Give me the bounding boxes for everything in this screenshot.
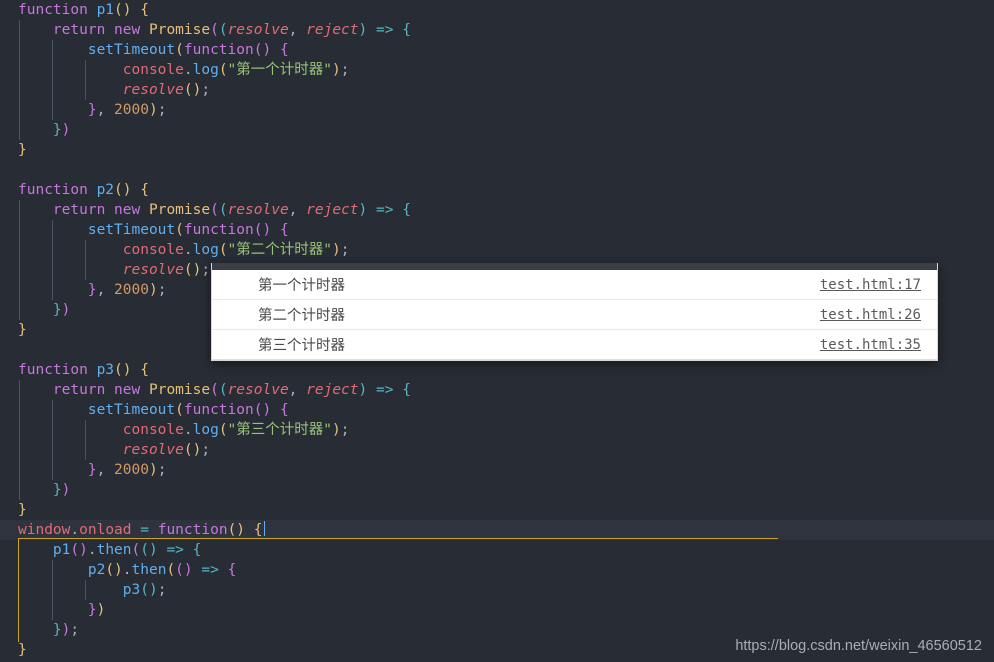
token-resolve-param: resolve [228, 22, 289, 38]
token-log-method: log [193, 242, 219, 258]
token-function-keyword: function [184, 222, 254, 238]
token-return-keyword: return [53, 22, 105, 38]
code-line[interactable]: resolve(); [0, 80, 994, 100]
token-arrow: => [201, 562, 218, 578]
code-line[interactable]: resolve(); [0, 440, 994, 460]
watermark-url: https://blog.csdn.net/weixin_46560512 [735, 638, 982, 654]
console-log-row[interactable]: 第一个计时器 test.html:17 [212, 270, 937, 300]
token-set-timeout: setTimeout [88, 402, 175, 418]
token-function-keyword: function [18, 2, 88, 18]
token-new-keyword: new [114, 382, 140, 398]
token-function-keyword: function [18, 362, 88, 378]
token-promise-class: Promise [149, 22, 210, 38]
token-log-method: log [193, 62, 219, 78]
token-string-2: 第二个计时器 [236, 242, 323, 258]
token-arrow: => [376, 202, 393, 218]
token-timeout-value: 2000 [114, 462, 149, 478]
text-cursor [264, 521, 265, 536]
console-log-source-link[interactable]: test.html:35 [820, 337, 921, 353]
code-line[interactable]: }); [0, 620, 994, 640]
token-set-timeout: setTimeout [88, 42, 175, 58]
token-console-object: console [123, 422, 184, 438]
token-onload-property: onload [79, 522, 131, 538]
token-arrow: => [166, 542, 183, 558]
token-fn-p2: p2 [88, 562, 105, 578]
console-log-message: 第二个计时器 [258, 304, 345, 325]
console-panel-header [212, 263, 937, 270]
token-set-timeout: setTimeout [88, 222, 175, 238]
code-line[interactable]: console.log("第一个计时器"); [0, 60, 994, 80]
token-resolve-call: resolve [123, 82, 184, 98]
code-line[interactable]: function p2() { [0, 180, 994, 200]
token-fn-p1: p1 [53, 542, 70, 558]
token-new-keyword: new [114, 22, 140, 38]
console-log-source-link[interactable]: test.html:26 [820, 307, 921, 323]
code-line[interactable]: }, 2000); [0, 100, 994, 120]
code-line[interactable]: }, 2000); [0, 460, 994, 480]
token-arrow: => [376, 22, 393, 38]
token-window-object: window [18, 522, 70, 538]
token-string-1: 第一个计时器 [236, 62, 323, 78]
console-log-source-link[interactable]: test.html:17 [820, 277, 921, 293]
code-line[interactable]: p2().then(() => { [0, 560, 994, 580]
token-function-keyword: function [18, 182, 88, 198]
token-then-method: then [132, 562, 167, 578]
token-return-keyword: return [53, 202, 105, 218]
code-line[interactable]: }) [0, 600, 994, 620]
token-console-object: console [123, 242, 184, 258]
code-line[interactable]: setTimeout(function() { [0, 220, 994, 240]
token-resolve-call: resolve [123, 262, 184, 278]
code-line[interactable]: }) [0, 480, 994, 500]
code-line[interactable]: console.log("第三个计时器"); [0, 420, 994, 440]
token-console-object: console [123, 62, 184, 78]
token-new-keyword: new [114, 202, 140, 218]
console-log-message: 第三个计时器 [258, 334, 345, 355]
console-log-message: 第一个计时器 [258, 274, 345, 295]
code-line[interactable]: p1().then(() => { [0, 540, 994, 560]
code-line[interactable]: return new Promise((resolve, reject) => … [0, 200, 994, 220]
token-fn-p2: p2 [97, 182, 114, 198]
token-reject-param: reject [306, 202, 358, 218]
token-promise-class: Promise [149, 382, 210, 398]
console-log-row[interactable]: 第三个计时器 test.html:35 [212, 330, 937, 360]
token-function-keyword: function [184, 42, 254, 58]
code-line[interactable]: return new Promise((resolve, reject) => … [0, 380, 994, 400]
token-promise-class: Promise [149, 202, 210, 218]
token-function-keyword: function [158, 522, 228, 538]
code-line-active[interactable]: window.onload = function() { [0, 520, 994, 540]
code-line[interactable]: } [0, 500, 994, 520]
code-line-blank[interactable] [0, 160, 994, 180]
token-timeout-value: 2000 [114, 282, 149, 298]
screenshot-root: function p1() { return new Promise((reso… [0, 0, 994, 662]
token-reject-param: reject [306, 382, 358, 398]
code-line[interactable]: function p3() { [0, 360, 994, 380]
console-output-panel: 第一个计时器 test.html:17 第二个计时器 test.html:26 … [211, 263, 938, 361]
code-line[interactable]: p3(); [0, 580, 994, 600]
code-line[interactable]: setTimeout(function() { [0, 400, 994, 420]
token-then-method: then [97, 542, 132, 558]
token-resolve-param: resolve [228, 202, 289, 218]
code-line[interactable]: } [0, 140, 994, 160]
token-fn-p3: p3 [123, 582, 140, 598]
token-function-keyword: function [184, 402, 254, 418]
code-line[interactable]: }) [0, 120, 994, 140]
token-reject-param: reject [306, 22, 358, 38]
bracket-scope-top [18, 538, 778, 539]
token-resolve-call: resolve [123, 442, 184, 458]
token-string-3: 第三个计时器 [236, 422, 323, 438]
token-log-method: log [193, 422, 219, 438]
console-log-row[interactable]: 第二个计时器 test.html:26 [212, 300, 937, 330]
token-fn-p3: p3 [97, 362, 114, 378]
code-line[interactable]: function p1() { [0, 0, 994, 20]
token-resolve-param: resolve [228, 382, 289, 398]
token-return-keyword: return [53, 382, 105, 398]
token-timeout-value: 2000 [114, 102, 149, 118]
token-arrow: => [376, 382, 393, 398]
code-line[interactable]: console.log("第二个计时器"); [0, 240, 994, 260]
token-fn-p1: p1 [97, 2, 114, 18]
code-line[interactable]: return new Promise((resolve, reject) => … [0, 20, 994, 40]
code-line[interactable]: setTimeout(function() { [0, 40, 994, 60]
